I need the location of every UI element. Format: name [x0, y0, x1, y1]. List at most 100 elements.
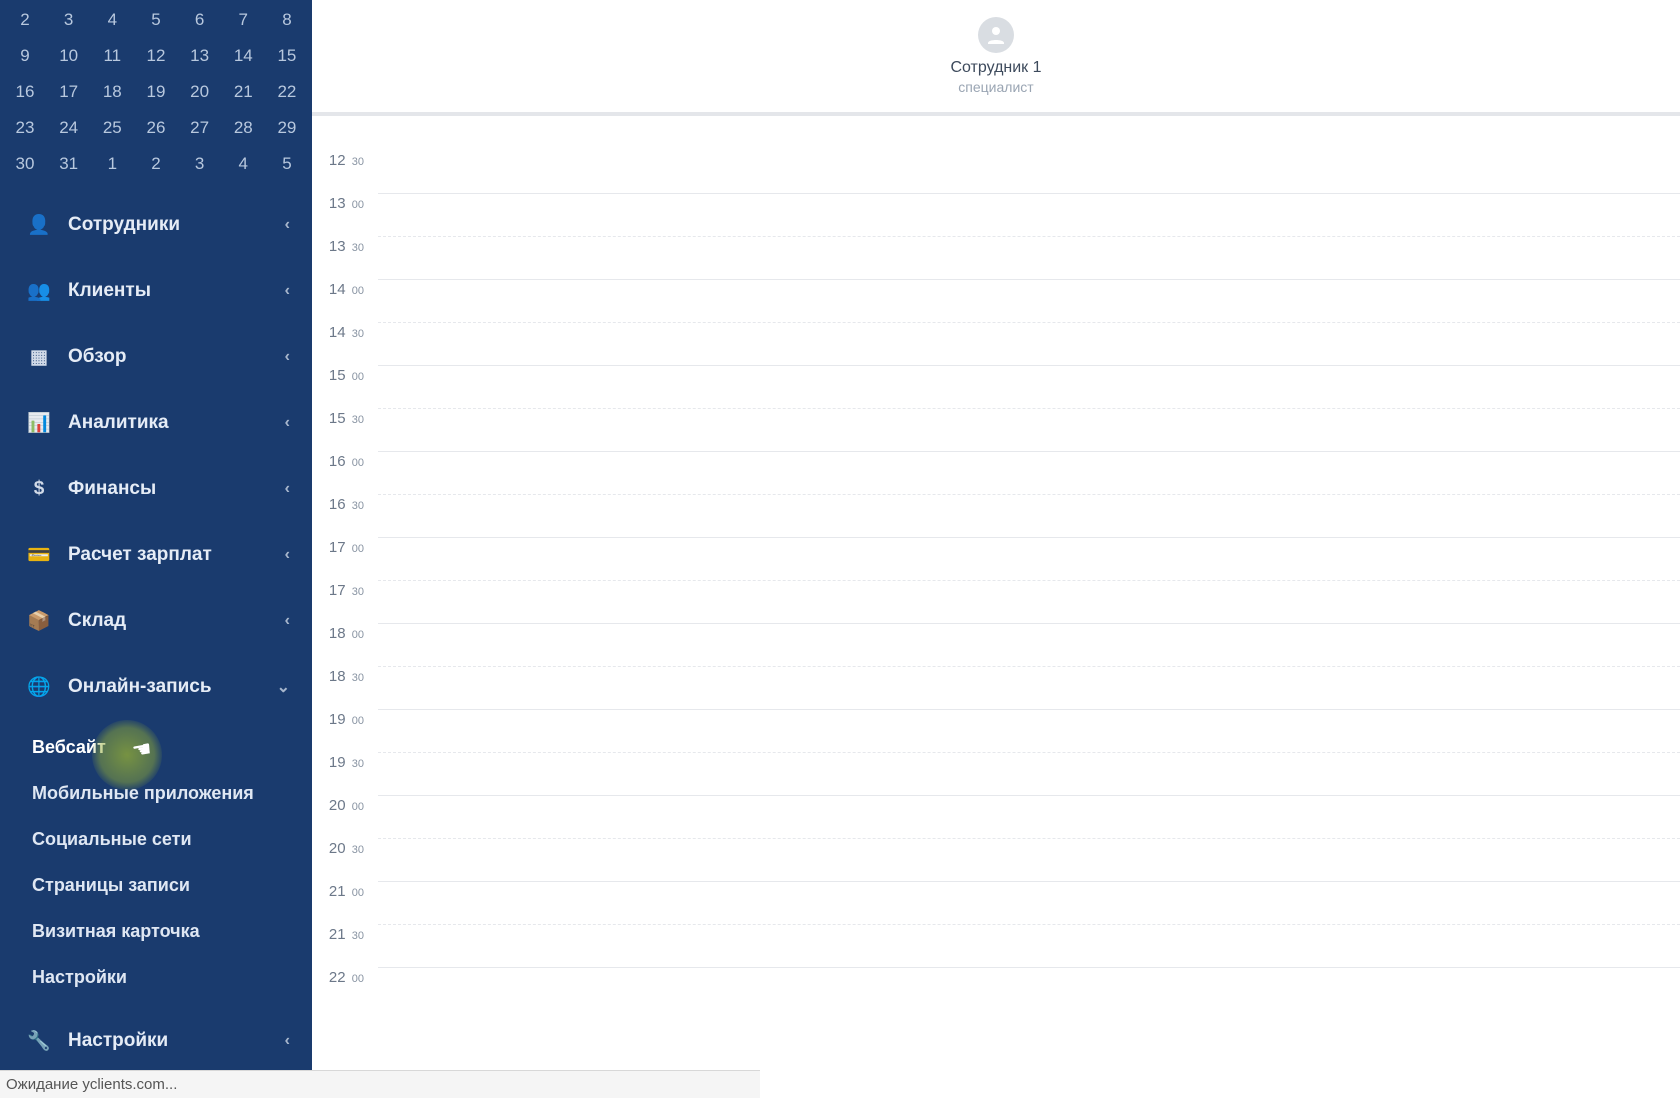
calendar-day[interactable]: 8: [268, 10, 306, 30]
slot-line: [378, 623, 1680, 666]
calendar-day[interactable]: 31: [50, 154, 88, 174]
sidebar-subitem-1[interactable]: Мобильные приложения: [0, 770, 312, 816]
calendar-day[interactable]: 2: [137, 154, 175, 174]
time-slot[interactable]: 16 30: [312, 494, 1680, 537]
time-slot[interactable]: 15 00: [312, 365, 1680, 408]
calendar-day[interactable]: 20: [181, 82, 219, 102]
calendar-day[interactable]: 14: [224, 46, 262, 66]
sidebar-item-2[interactable]: ▦Обзор‹: [0, 324, 312, 390]
schedule-grid[interactable]: 12 3013 0013 3014 0014 3015 0015 3016 00…: [312, 116, 1680, 1010]
time-slot[interactable]: 21 00: [312, 881, 1680, 924]
calendar-day[interactable]: 29: [268, 118, 306, 138]
slot-line: [378, 881, 1680, 924]
time-label: 18 30: [312, 666, 378, 685]
time-slot[interactable]: 19 00: [312, 709, 1680, 752]
time-slot[interactable]: 18 00: [312, 623, 1680, 666]
sidebar-item-0[interactable]: 👤Сотрудники‹: [0, 192, 312, 258]
time-slot[interactable]: 17 30: [312, 580, 1680, 623]
sidebar-subitem-5[interactable]: Настройки: [0, 954, 312, 1000]
calendar-day[interactable]: 22: [268, 82, 306, 102]
calendar-day[interactable]: 3: [50, 10, 88, 30]
sidebar-subitem-2[interactable]: Социальные сети: [0, 816, 312, 862]
calendar-day[interactable]: 5: [268, 154, 306, 174]
staff-role: специалист: [958, 79, 1033, 95]
time-slot[interactable]: 16 00: [312, 451, 1680, 494]
time-label: 17 00: [312, 537, 378, 556]
calendar-day[interactable]: 23: [6, 118, 44, 138]
slot-line: [378, 924, 1680, 967]
calendar-day[interactable]: 24: [50, 118, 88, 138]
time-slot[interactable]: 13 30: [312, 236, 1680, 279]
calendar-day[interactable]: 7: [224, 10, 262, 30]
sidebar-item-8[interactable]: 🔧Настройки‹: [0, 1008, 312, 1074]
dollar-icon: $: [28, 478, 50, 500]
grid-icon: ▦: [28, 346, 50, 369]
time-slot[interactable]: 19 30: [312, 752, 1680, 795]
time-slot[interactable]: 17 00: [312, 537, 1680, 580]
calendar-day[interactable]: 11: [93, 46, 131, 66]
sidebar-item-7[interactable]: 🌐Онлайн-запись⌄: [0, 654, 312, 720]
calendar-day[interactable]: 21: [224, 82, 262, 102]
sidebar-item-1[interactable]: 👥Клиенты‹: [0, 258, 312, 324]
sidebar-subitem-3[interactable]: Страницы записи: [0, 862, 312, 908]
sidebar-subitem-4[interactable]: Визитная карточка: [0, 908, 312, 954]
slot-line: [378, 451, 1680, 494]
time-label: 16 00: [312, 451, 378, 470]
chevron-left-icon: ‹: [285, 216, 290, 234]
calendar-day[interactable]: 16: [6, 82, 44, 102]
calendar-day[interactable]: 25: [93, 118, 131, 138]
slot-line: [378, 537, 1680, 580]
time-slot[interactable]: 20 30: [312, 838, 1680, 881]
slot-line: [378, 967, 1680, 1010]
staff-header: Сотрудник 1 специалист: [312, 0, 1680, 116]
time-slot[interactable]: 22 00: [312, 967, 1680, 1010]
time-label: 19 30: [312, 752, 378, 771]
calendar-day[interactable]: 18: [93, 82, 131, 102]
calendar-day[interactable]: 17: [50, 82, 88, 102]
slot-line: [378, 494, 1680, 537]
wrench-icon: 🔧: [28, 1029, 50, 1053]
time-slot[interactable]: 20 00: [312, 795, 1680, 838]
slot-line: [378, 580, 1680, 623]
calendar-day[interactable]: 9: [6, 46, 44, 66]
time-slot[interactable]: 13 00: [312, 193, 1680, 236]
time-slot[interactable]: 14 30: [312, 322, 1680, 365]
calendar-day[interactable]: 3: [181, 154, 219, 174]
staff-avatar-icon[interactable]: [978, 17, 1014, 53]
status-text: Ожидание yclients.com...: [6, 1076, 177, 1093]
sidebar-item-5[interactable]: 💳Расчет зарплат‹: [0, 522, 312, 588]
time-slot[interactable]: 12 30: [312, 150, 1680, 193]
calendar-day[interactable]: 12: [137, 46, 175, 66]
calendar-day[interactable]: 1: [93, 154, 131, 174]
calendar-day[interactable]: 6: [181, 10, 219, 30]
time-slot[interactable]: 18 30: [312, 666, 1680, 709]
calendar-day[interactable]: 30: [6, 154, 44, 174]
time-label: 20 00: [312, 795, 378, 814]
calendar-day[interactable]: 15: [268, 46, 306, 66]
people-icon: 👥: [28, 279, 50, 303]
sidebar: 2345678910111213141516171819202122232425…: [0, 0, 312, 1098]
chevron-down-icon: ⌄: [277, 677, 290, 697]
time-slot[interactable]: 14 00: [312, 279, 1680, 322]
main: Сотрудник 1 специалист 12 3013 0013 3014…: [312, 0, 1680, 1098]
calendar-day[interactable]: 28: [224, 118, 262, 138]
calendar-day[interactable]: 2: [6, 10, 44, 30]
sidebar-item-6[interactable]: 📦Склад‹: [0, 588, 312, 654]
mini-calendar[interactable]: 2345678910111213141516171819202122232425…: [0, 0, 312, 192]
sidebar-item-3[interactable]: 📊Аналитика‹: [0, 390, 312, 456]
calendar-day[interactable]: 27: [181, 118, 219, 138]
calendar-day[interactable]: 4: [224, 154, 262, 174]
slot-line: [378, 795, 1680, 838]
calendar-day[interactable]: 13: [181, 46, 219, 66]
time-slot[interactable]: 15 30: [312, 408, 1680, 451]
calendar-day[interactable]: 26: [137, 118, 175, 138]
sidebar-subitem-0[interactable]: Вебсайт: [0, 724, 312, 770]
calendar-day[interactable]: 10: [50, 46, 88, 66]
calendar-day[interactable]: 4: [93, 10, 131, 30]
calendar-day[interactable]: 5: [137, 10, 175, 30]
user-icon: 👤: [28, 213, 50, 237]
time-label: 16 30: [312, 494, 378, 513]
sidebar-item-4[interactable]: $Финансы‹: [0, 456, 312, 522]
calendar-day[interactable]: 19: [137, 82, 175, 102]
time-slot[interactable]: 21 30: [312, 924, 1680, 967]
